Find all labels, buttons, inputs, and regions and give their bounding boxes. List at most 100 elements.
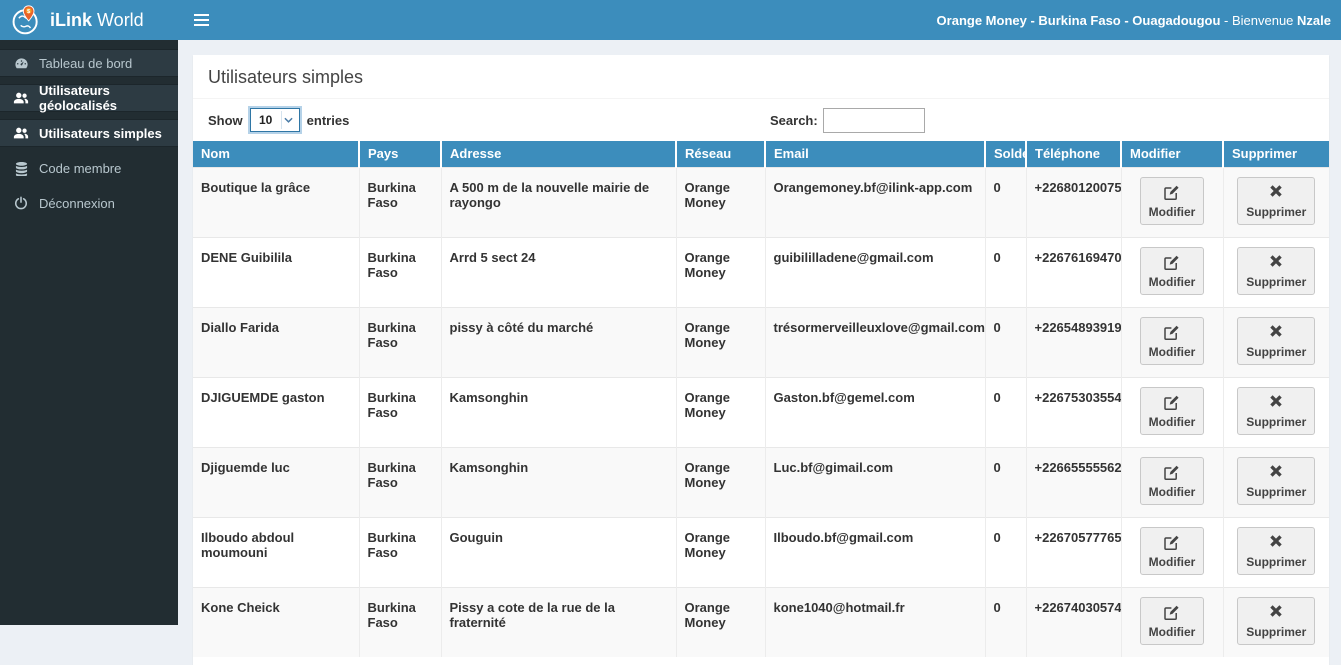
cell-email: trésormerveilleuxlove@gmail.com	[765, 307, 985, 377]
sidebar-item-code-membre[interactable]: Code membre	[0, 154, 178, 182]
cell-reseau: Orange Money	[676, 587, 765, 657]
users-table: Nom Pays Adresse Réseau Email Solde Télé…	[193, 141, 1329, 657]
search-input[interactable]	[823, 108, 925, 133]
delete-x-icon	[1246, 604, 1306, 622]
delete-x-icon	[1246, 534, 1306, 552]
cell-telephone: +22675303554	[1026, 377, 1121, 447]
delete-button[interactable]: Supprimer	[1237, 597, 1315, 645]
sidebar-item-utilisateurs-geolocalises[interactable]: Utilisateurs géolocalisés	[0, 84, 178, 112]
user-location: Orange Money - Burkina Faso - Ouagadougo…	[937, 13, 1221, 28]
col-header-pays[interactable]: Pays	[359, 141, 441, 167]
delete-button[interactable]: Supprimer	[1237, 387, 1315, 435]
cell-reseau: Orange Money	[676, 517, 765, 587]
table-row: DENE GuibililaBurkina FasoArrd 5 sect 24…	[193, 237, 1329, 307]
delete-x-icon	[1246, 254, 1306, 272]
show-label: Show	[208, 113, 243, 128]
table-row: Diallo FaridaBurkina Fasopissy à côté du…	[193, 307, 1329, 377]
cell-reseau: Orange Money	[676, 307, 765, 377]
dashboard-icon	[13, 56, 29, 71]
cell-nom: DJIGUEMDE gaston	[193, 377, 359, 447]
delete-x-icon	[1246, 184, 1306, 202]
col-header-email[interactable]: Email	[765, 141, 985, 167]
sidebar-toggle-hamburger-icon[interactable]	[188, 5, 218, 35]
sidebar-item-label: Code membre	[39, 161, 121, 176]
edit-button[interactable]: Modifier	[1140, 317, 1205, 365]
entries-label: entries	[307, 113, 350, 128]
cell-edit-action: Modifier	[1121, 237, 1223, 307]
page-title: Utilisateurs simples	[193, 55, 1329, 99]
cell-reseau: Orange Money	[676, 167, 765, 237]
col-header-solde[interactable]: Solde	[985, 141, 1026, 167]
sidebar-item-deconnexion[interactable]: Déconnexion	[0, 189, 178, 217]
edit-icon	[1149, 324, 1196, 342]
user-greeting: Bienvenue	[1232, 13, 1297, 28]
table-row: Boutique la grâceBurkina FasoA 500 m de …	[193, 167, 1329, 237]
cell-adresse: pissy à côté du marché	[441, 307, 676, 377]
col-header-nom[interactable]: Nom	[193, 141, 359, 167]
table-row: Djiguemde lucBurkina FasoKamsonghinOrang…	[193, 447, 1329, 517]
col-header-supprimer[interactable]: Supprimer	[1223, 141, 1329, 167]
cell-solde: 0	[985, 307, 1026, 377]
cell-pays: Burkina Faso	[359, 587, 441, 657]
users-icon	[13, 126, 29, 140]
table-row: Ilboudo abdoul moumouniBurkina FasoGougu…	[193, 517, 1329, 587]
delete-x-icon	[1246, 324, 1306, 342]
delete-button[interactable]: Supprimer	[1237, 177, 1315, 225]
cell-email: Gaston.bf@gemel.com	[765, 377, 985, 447]
cell-adresse: Gouguin	[441, 517, 676, 587]
edit-button[interactable]: Modifier	[1140, 597, 1205, 645]
edit-button[interactable]: Modifier	[1140, 247, 1205, 295]
col-header-modifier[interactable]: Modifier	[1121, 141, 1223, 167]
cell-adresse: A 500 m de la nouvelle mairie de rayongo	[441, 167, 676, 237]
cell-nom: Diallo Farida	[193, 307, 359, 377]
cell-reseau: Orange Money	[676, 447, 765, 517]
cell-solde: 0	[985, 587, 1026, 657]
cell-pays: Burkina Faso	[359, 517, 441, 587]
delete-button[interactable]: Supprimer	[1237, 527, 1315, 575]
cell-edit-action: Modifier	[1121, 377, 1223, 447]
cell-solde: 0	[985, 447, 1026, 517]
sidebar-item-tableau-de-bord[interactable]: Tableau de bord	[0, 49, 178, 77]
sidebar-item-utilisateurs-simples[interactable]: Utilisateurs simples	[0, 119, 178, 147]
edit-button[interactable]: Modifier	[1140, 177, 1205, 225]
app-title: iLink World	[50, 10, 144, 31]
cell-delete-action: Supprimer	[1223, 237, 1329, 307]
sidebar-item-label: Utilisateurs géolocalisés	[39, 83, 165, 113]
edit-button[interactable]: Modifier	[1140, 527, 1205, 575]
users-card: Utilisateurs simples Show 10 entries Sea…	[193, 55, 1329, 665]
col-header-telephone[interactable]: Téléphone	[1026, 141, 1121, 167]
delete-button[interactable]: Supprimer	[1237, 457, 1315, 505]
search-label: Search:	[770, 113, 818, 128]
edit-icon	[1149, 534, 1196, 552]
cell-reseau: Orange Money	[676, 377, 765, 447]
sidebar-item-label: Tableau de bord	[39, 56, 132, 71]
user-name: Nzale	[1297, 13, 1331, 28]
main-content: Utilisateurs simples Show 10 entries Sea…	[178, 40, 1341, 625]
cell-delete-action: Supprimer	[1223, 307, 1329, 377]
col-header-reseau[interactable]: Réseau	[676, 141, 765, 167]
col-header-adresse[interactable]: Adresse	[441, 141, 676, 167]
edit-button[interactable]: Modifier	[1140, 457, 1205, 505]
logo-globe-pin-icon: $	[10, 4, 42, 36]
cell-pays: Burkina Faso	[359, 307, 441, 377]
cell-email: guibililladene@gmail.com	[765, 237, 985, 307]
cell-reseau: Orange Money	[676, 237, 765, 307]
search-control: Search:	[770, 108, 925, 133]
cell-delete-action: Supprimer	[1223, 517, 1329, 587]
cell-pays: Burkina Faso	[359, 237, 441, 307]
edit-button[interactable]: Modifier	[1140, 387, 1205, 435]
delete-button[interactable]: Supprimer	[1237, 247, 1315, 295]
cell-nom: DENE Guibilila	[193, 237, 359, 307]
delete-x-icon	[1246, 464, 1306, 482]
cell-telephone: +22654893919	[1026, 307, 1121, 377]
table-controls: Show 10 entries Search:	[193, 99, 1329, 141]
cell-delete-action: Supprimer	[1223, 587, 1329, 657]
delete-button[interactable]: Supprimer	[1237, 317, 1315, 365]
cell-telephone: +22674030574	[1026, 587, 1121, 657]
table-row: Kone CheickBurkina FasoPissy a cote de l…	[193, 587, 1329, 657]
cell-telephone: +22665555562	[1026, 447, 1121, 517]
user-info: Orange Money - Burkina Faso - Ouagadougo…	[937, 13, 1331, 28]
cell-adresse: Arrd 5 sect 24	[441, 237, 676, 307]
page-size-select[interactable]: 10	[250, 108, 300, 132]
edit-icon	[1149, 394, 1196, 412]
